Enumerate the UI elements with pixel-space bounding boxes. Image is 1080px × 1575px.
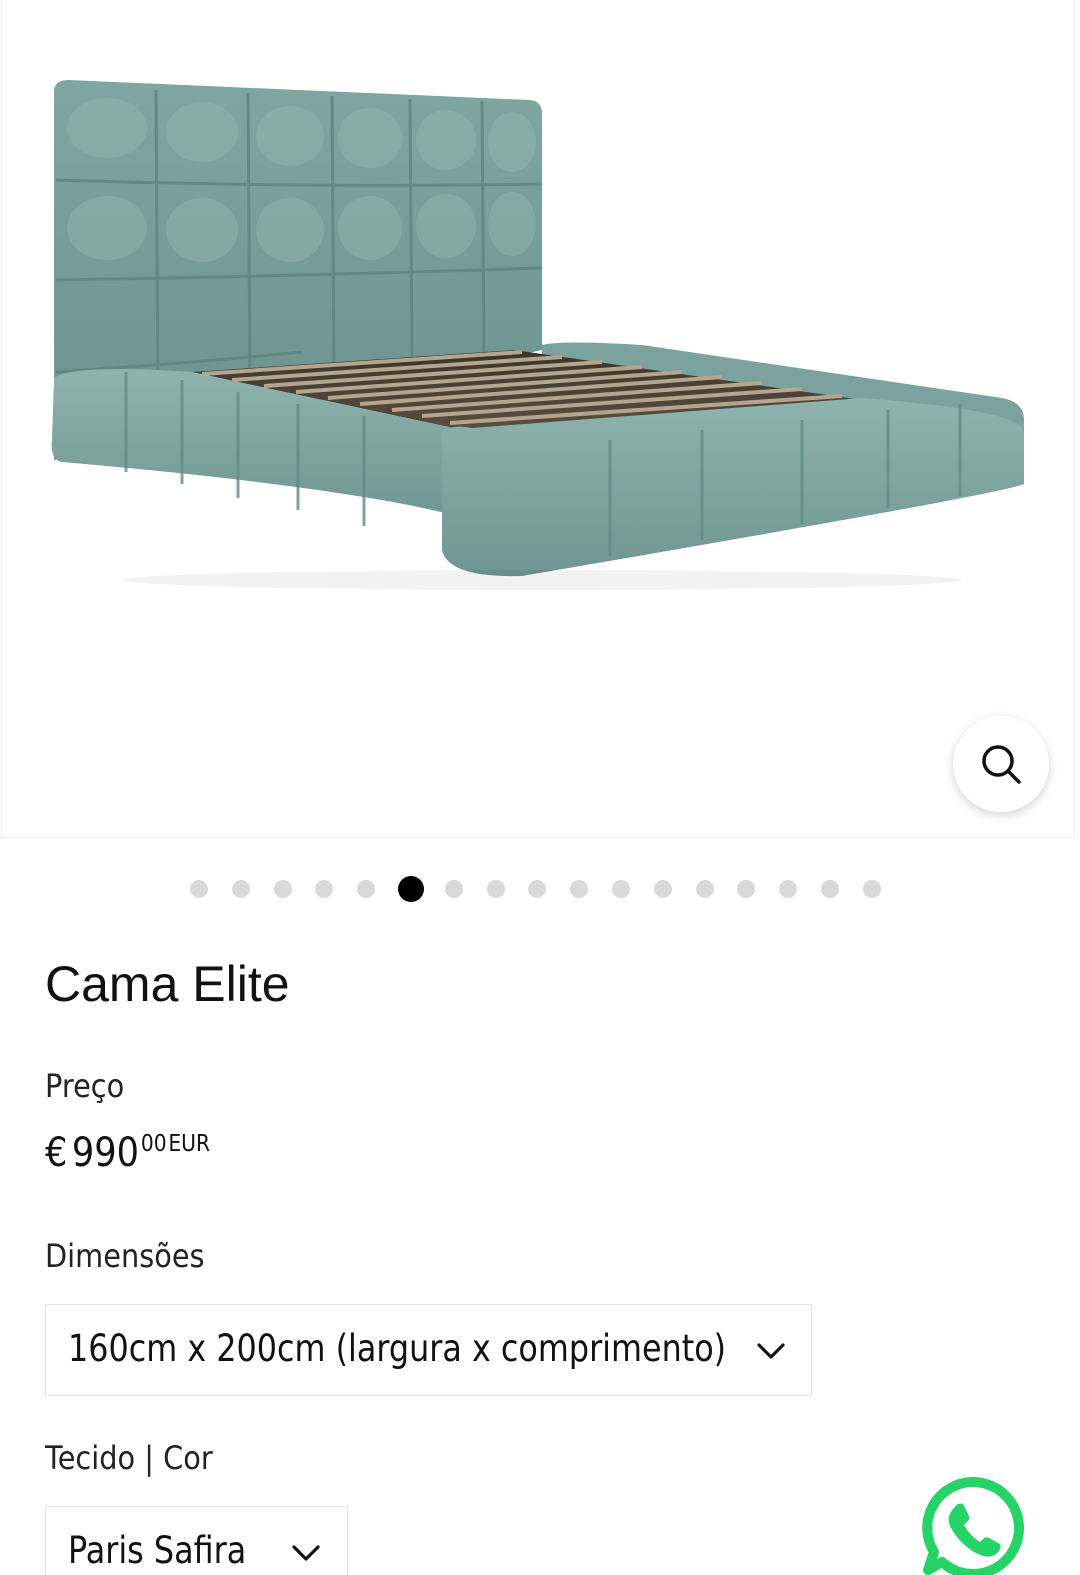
zoom-button[interactable] — [953, 716, 1049, 812]
carousel-dot[interactable] — [695, 880, 714, 898]
price-amount: 990 — [71, 1130, 140, 1176]
carousel-dot[interactable] — [273, 880, 292, 898]
carousel-dot[interactable] — [653, 880, 672, 898]
carousel-dot[interactable] — [862, 880, 881, 898]
carousel-dot[interactable] — [315, 880, 334, 898]
carousel-dot[interactable] — [528, 880, 547, 898]
chevron-down-icon — [292, 1545, 320, 1561]
price-currency-code: EUR — [168, 1131, 211, 1157]
carousel-dot[interactable] — [190, 880, 208, 898]
carousel-dot[interactable] — [779, 880, 798, 898]
product-image — [51, 80, 1024, 590]
carousel-dots — [0, 876, 1080, 902]
product-page: Cama Elite Preço € 99000EUR Dimensões 16… — [0, 0, 1080, 1575]
whatsapp-icon[interactable] — [916, 1472, 1028, 1575]
carousel-dot[interactable] — [570, 880, 589, 898]
carousel-dot[interactable] — [231, 880, 250, 898]
carousel-dot[interactable] — [357, 880, 376, 898]
product-gallery[interactable] — [1, 0, 1075, 838]
price-label: Preço — [45, 1067, 125, 1105]
carousel-dot[interactable] — [444, 880, 463, 898]
price-cents: 00 — [140, 1131, 167, 1157]
carousel-dot[interactable] — [821, 880, 839, 898]
fabric-label: Tecido | Cor — [45, 1439, 213, 1477]
carousel-dot[interactable] — [612, 880, 630, 898]
dimensions-label: Dimensões — [45, 1237, 205, 1275]
carousel-dot-active[interactable] — [398, 876, 424, 902]
dimensions-select[interactable]: 160cm x 200cm (largura x comprimento) — [45, 1304, 812, 1396]
fabric-select[interactable]: Paris Safira — [45, 1506, 348, 1575]
price-currency-symbol: € — [45, 1130, 68, 1176]
chevron-down-icon — [757, 1343, 785, 1359]
carousel-dot[interactable] — [737, 880, 756, 898]
carousel-dot[interactable] — [486, 880, 505, 898]
price-value: € 99000EUR — [45, 1130, 210, 1176]
dimensions-selected: 160cm x 200cm (largura x comprimento) — [68, 1327, 727, 1370]
search-icon — [982, 745, 1021, 784]
product-title: Cama Elite — [45, 956, 290, 1012]
fabric-selected: Paris Safira — [68, 1529, 247, 1572]
